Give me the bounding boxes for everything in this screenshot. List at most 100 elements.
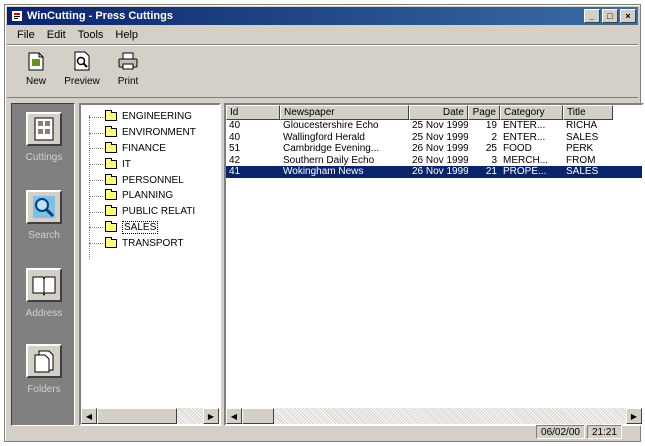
new-label: New (25, 76, 46, 87)
scroll-thumb[interactable] (242, 408, 274, 424)
folder-icon (105, 157, 117, 169)
cell-date: 26 Nov 1999 (412, 143, 468, 154)
folders-label: Folders (27, 384, 61, 395)
window-title: WinCutting - Press Cuttings (27, 10, 173, 22)
column-header-newspaper[interactable]: Newspaper (280, 105, 409, 120)
address-book-icon (26, 268, 62, 302)
scroll-track[interactable] (97, 408, 203, 424)
cell-category: PROPE... (503, 166, 547, 177)
cell-date: 26 Nov 1999 (412, 154, 468, 166)
tree-item[interactable]: ENGINEERING (89, 109, 196, 125)
cell-category: FOOD (503, 143, 532, 154)
column-header-category[interactable]: Category (500, 105, 563, 120)
minimize-icon: _ (589, 11, 595, 21)
category-tree-pane[interactable]: ENGINEERING ENVIRONMENT FINANCE IT PERSO… (79, 103, 221, 426)
cuttings-list-pane[interactable]: Id Newspaper Date Page Category Title 40… (224, 103, 644, 426)
folder-open-icon (105, 220, 117, 232)
tree-item[interactable]: PUBLIC RELATI (89, 204, 196, 220)
column-header-date[interactable]: Date (409, 105, 468, 120)
tree-item-selected[interactable]: SALES (89, 220, 196, 236)
cell-newspaper: Cambridge Evening... (283, 143, 380, 154)
folder-icon (105, 189, 117, 201)
print-button[interactable]: Print (105, 49, 151, 97)
maximize-button[interactable]: □ (602, 9, 618, 23)
address-label: Address (25, 308, 63, 319)
cuttings-button[interactable]: Cuttings (16, 112, 72, 163)
cell-page: 25 (485, 143, 497, 154)
address-button[interactable]: Address (16, 268, 72, 319)
search-button[interactable]: Search (16, 190, 72, 241)
cell-newspaper: Wokingham News (283, 166, 364, 177)
new-document-icon (24, 49, 48, 73)
title-bar[interactable]: WinCutting - Press Cuttings _ □ × (7, 7, 638, 25)
status-bar: 06/02/00 21:21 (7, 425, 638, 439)
cell-date: 26 Nov 1999 (412, 166, 468, 177)
close-icon: × (625, 11, 631, 21)
search-label: Search (28, 230, 60, 241)
cell-category: MERCH... (503, 154, 548, 166)
toolbar: New Preview Print (7, 44, 638, 98)
folder-icon (105, 173, 117, 185)
tree-item[interactable]: PLANNING (89, 188, 196, 204)
list-header: Id Newspaper Date Page Category Title (226, 105, 642, 120)
tree-item[interactable]: FINANCE (89, 141, 196, 157)
status-date: 06/02/00 (536, 425, 585, 439)
menu-file[interactable]: File (11, 29, 41, 41)
category-tree: ENGINEERING ENVIRONMENT FINANCE IT PERSO… (89, 109, 196, 251)
table-row[interactable]: 51 Cambridge Evening... 26 Nov 1999 25 FOOD P… (226, 143, 642, 155)
table-row-selected[interactable]: 41 Wokingham News 26 Nov 1999 21 PROPE... SAL… (226, 166, 642, 178)
scroll-right-button[interactable]: ▶ (203, 408, 219, 424)
search-icon (26, 190, 62, 224)
column-header-page[interactable]: Page (468, 105, 500, 120)
menu-help[interactable]: Help (109, 29, 144, 41)
print-label: Print (117, 76, 139, 87)
column-header-title[interactable]: Title (563, 105, 613, 120)
cuttings-label: Cuttings (25, 152, 63, 163)
list-horizontal-scrollbar[interactable]: ◀ ▶ (226, 408, 642, 424)
cell-newspaper: Wallingford Herald (283, 131, 365, 143)
scroll-thumb[interactable] (97, 408, 177, 424)
folder-icon (105, 141, 117, 153)
resize-grip-icon[interactable] (624, 425, 638, 439)
cell-id: 40 (229, 131, 241, 143)
menu-edit[interactable]: Edit (41, 29, 72, 41)
cell-title: FROM (566, 154, 596, 166)
cell-title: SALES (566, 166, 599, 177)
folder-icon (105, 126, 117, 138)
cell-page: 19 (485, 120, 497, 131)
minimize-button[interactable]: _ (584, 9, 600, 23)
cell-title: PERK (566, 143, 594, 154)
print-preview-icon (70, 49, 94, 73)
folders-icon (26, 344, 62, 378)
app-icon (11, 10, 23, 22)
folders-button[interactable]: Folders (16, 344, 72, 395)
table-row[interactable]: 40 Gloucestershire Echo 25 Nov 1999 19 ENTER… (226, 120, 642, 132)
status-time: 21:21 (586, 425, 622, 439)
tree-item[interactable]: ENVIRONMENT (89, 125, 196, 141)
scroll-left-button[interactable]: ◀ (226, 408, 242, 424)
cell-id: 40 (229, 120, 241, 131)
tree-item[interactable]: IT (89, 156, 196, 172)
new-button[interactable]: New (13, 49, 59, 97)
scroll-track[interactable] (242, 408, 626, 424)
folder-icon (105, 236, 117, 248)
cell-page: 21 (485, 166, 497, 177)
scroll-right-button[interactable]: ▶ (626, 408, 642, 424)
cell-id: 41 (229, 166, 241, 177)
table-row[interactable]: 42 Southern Daily Echo 26 Nov 1999 3 MERCH..… (226, 155, 642, 167)
tree-horizontal-scrollbar[interactable]: ◀ ▶ (81, 408, 219, 424)
column-header-id[interactable]: Id (226, 105, 280, 120)
tree-item[interactable]: PERSONNEL (89, 172, 196, 188)
tree-item[interactable]: TRANSPORT (89, 235, 196, 251)
cell-date: 25 Nov 1999 (412, 131, 468, 143)
table-row[interactable]: 40 Wallingford Herald 25 Nov 1999 2 ENTER...… (226, 132, 642, 144)
close-button[interactable]: × (620, 9, 636, 23)
preview-label: Preview (64, 76, 100, 87)
scroll-left-button[interactable]: ◀ (81, 408, 97, 424)
folder-icon (105, 205, 117, 217)
folder-icon (105, 110, 117, 122)
preview-button[interactable]: Preview (59, 49, 105, 97)
cell-id: 42 (229, 154, 241, 166)
printer-icon (116, 49, 140, 73)
menu-tools[interactable]: Tools (72, 29, 110, 41)
